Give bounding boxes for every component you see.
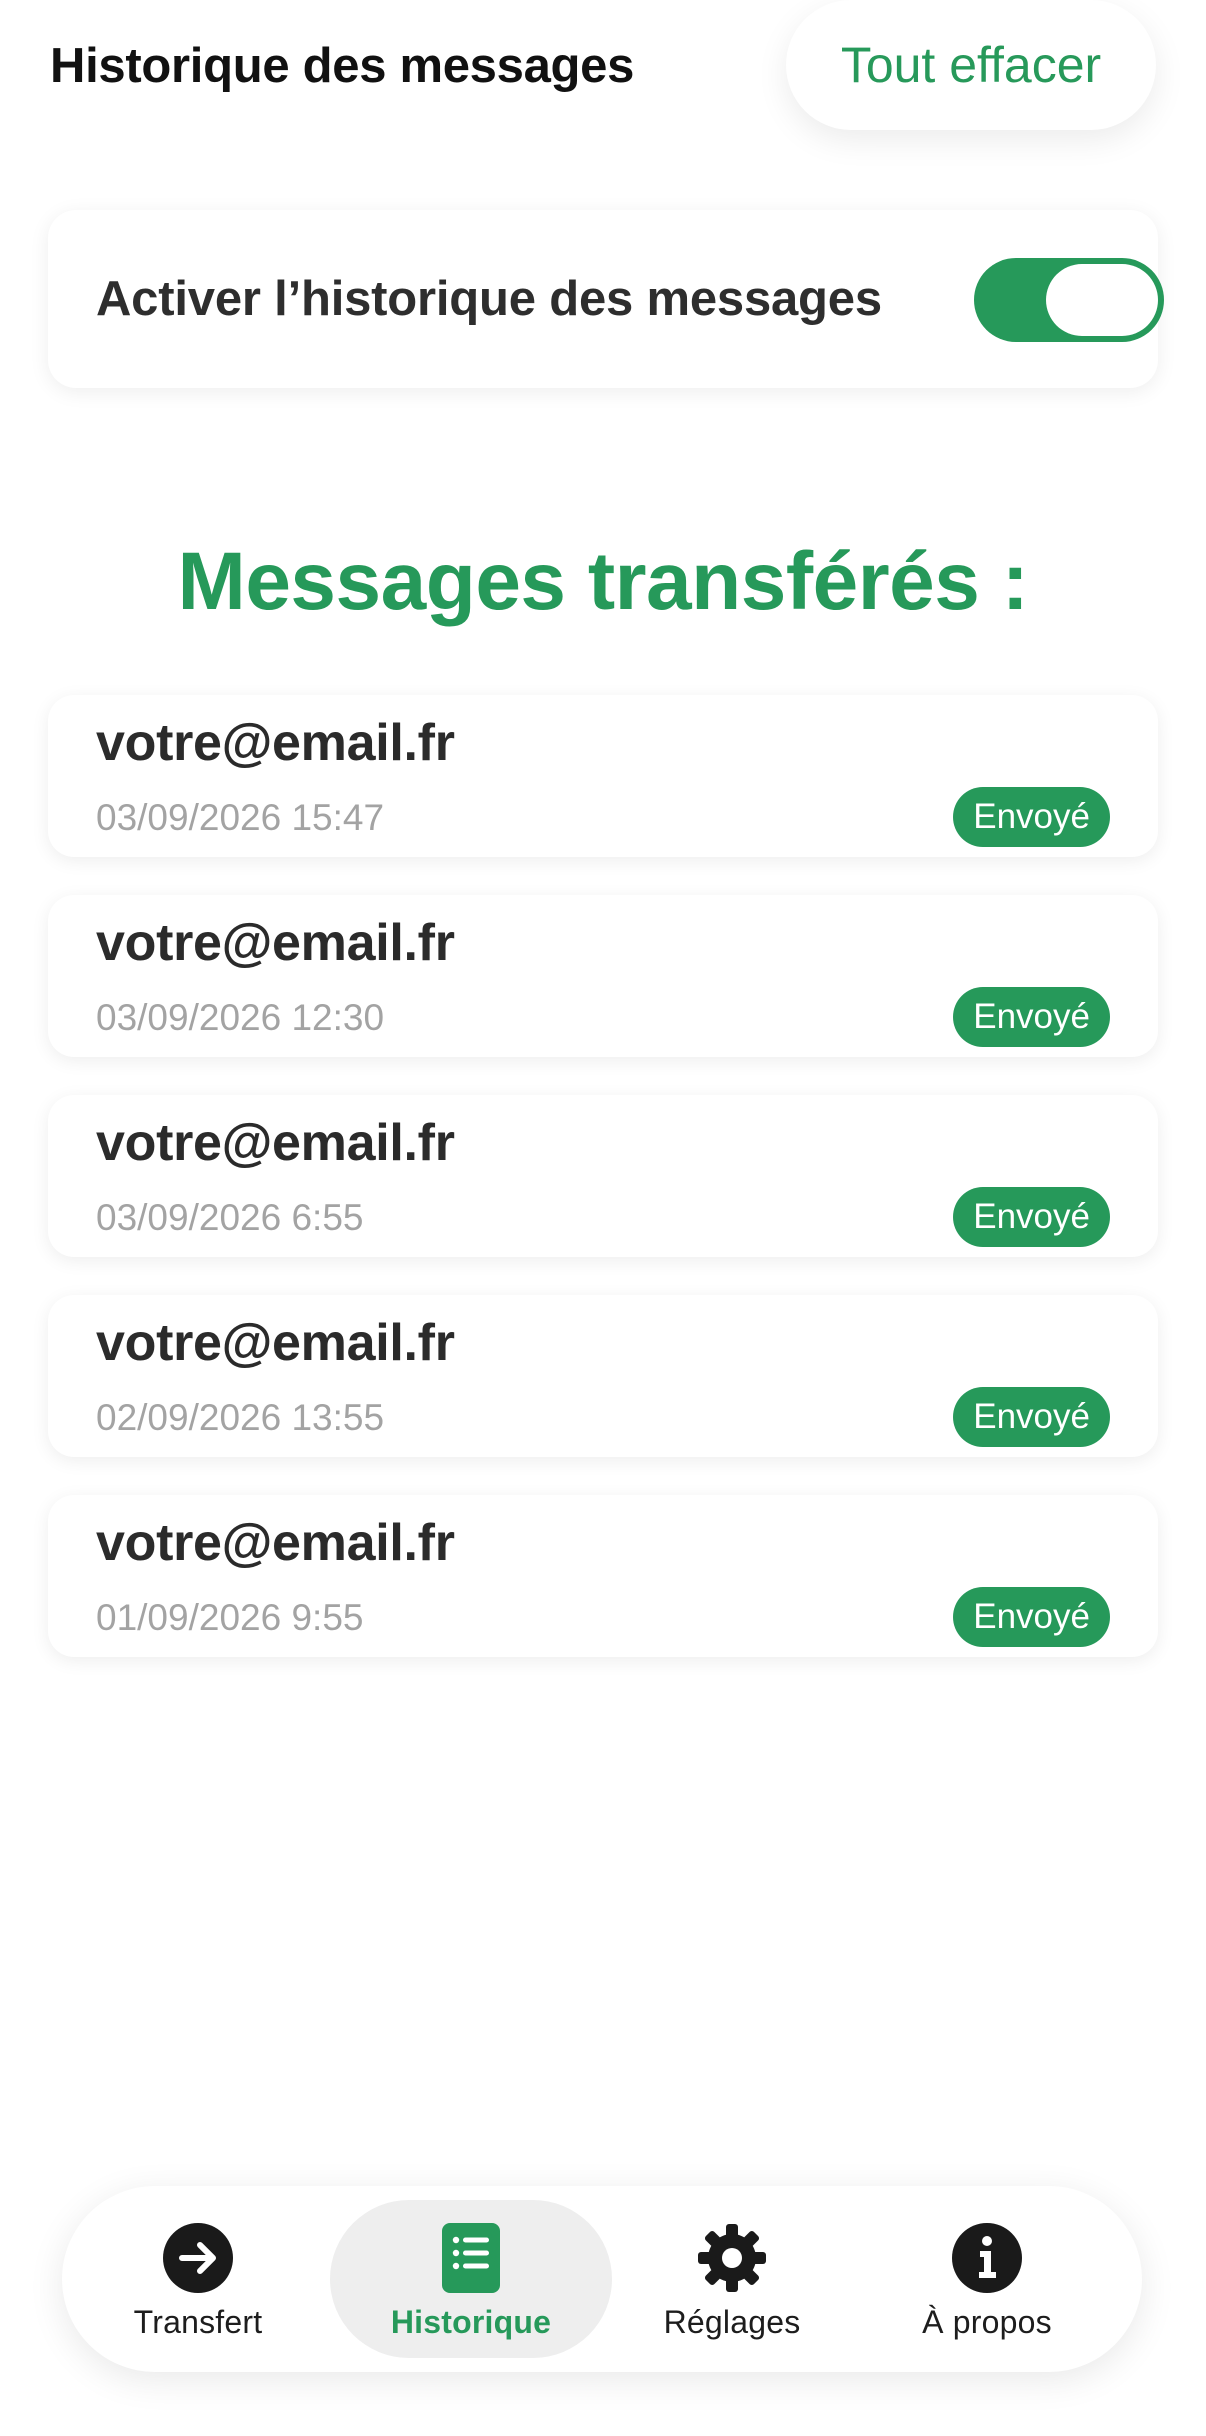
nav-item-transfer[interactable]: Transfert	[98, 2200, 298, 2358]
nav-item-about[interactable]: À propos	[862, 2200, 1112, 2358]
message-date: 03/09/2026 12:30	[96, 997, 385, 1038]
message-date: 02/09/2026 13:55	[96, 1397, 385, 1438]
message-date: 03/09/2026 6:55	[96, 1197, 364, 1238]
list-document-icon	[435, 2222, 507, 2294]
message-email: votre@email.fr	[96, 914, 455, 972]
message-date: 01/09/2026 9:55	[96, 1597, 364, 1638]
nav-item-settings[interactable]: Réglages	[622, 2200, 842, 2358]
message-item[interactable]: votre@email.fr 03/09/2026 6:55 Envoyé	[48, 1095, 1158, 1257]
arrow-right-circle-icon	[162, 2222, 234, 2294]
clear-all-button[interactable]: Tout effacer	[786, 0, 1156, 130]
nav-label-about: À propos	[922, 2304, 1052, 2340]
message-email: votre@email.fr	[96, 1514, 455, 1572]
status-badge: Envoyé	[953, 1587, 1110, 1647]
switch-knob	[1046, 264, 1158, 336]
message-email: votre@email.fr	[96, 714, 455, 772]
message-item[interactable]: votre@email.fr 03/09/2026 12:30 Envoyé	[48, 895, 1158, 1057]
message-item[interactable]: votre@email.fr 01/09/2026 9:55 Envoyé	[48, 1495, 1158, 1657]
message-date: 03/09/2026 15:47	[96, 797, 385, 838]
header: Historique des messages Tout effacer	[0, 0, 1206, 150]
history-toggle-card: Activer l’historique des messages	[48, 210, 1164, 388]
section-title: Messages transférés :	[177, 536, 1029, 627]
message-email: votre@email.fr	[96, 1114, 455, 1172]
nav-label-settings: Réglages	[663, 2304, 801, 2340]
history-toggle-switch[interactable]	[974, 258, 1164, 342]
page-title: Historique des messages	[50, 39, 635, 93]
info-circle-icon	[951, 2222, 1023, 2294]
message-item[interactable]: votre@email.fr 02/09/2026 13:55 Envoyé	[48, 1295, 1158, 1457]
gear-icon	[696, 2222, 768, 2294]
status-badge: Envoyé	[953, 987, 1110, 1047]
message-email: votre@email.fr	[96, 1314, 455, 1372]
nav-label-history: Historique	[390, 2304, 552, 2340]
message-item[interactable]: votre@email.fr 03/09/2026 15:47 Envoyé	[48, 695, 1158, 857]
message-list: votre@email.fr 03/09/2026 15:47 Envoyé v…	[48, 695, 1158, 1695]
status-badge: Envoyé	[953, 787, 1110, 847]
nav-item-history[interactable]: Historique	[330, 2200, 612, 2358]
bottom-nav: Transfert Historique Réglages À propos	[62, 2186, 1142, 2372]
status-badge: Envoyé	[953, 1387, 1110, 1447]
history-toggle-label: Activer l’historique des messages	[96, 272, 882, 326]
nav-label-transfer: Transfert	[133, 2304, 263, 2340]
status-badge: Envoyé	[953, 1187, 1110, 1247]
